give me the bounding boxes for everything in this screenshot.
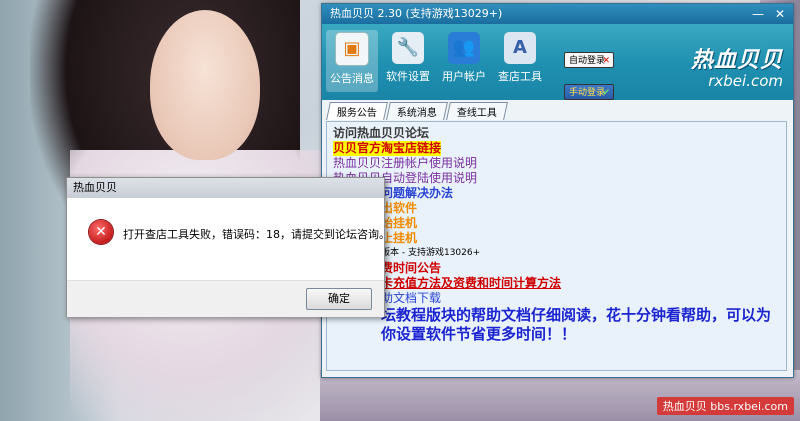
exit-software-link[interactable]: 出软件 [333,201,780,216]
manual-login-button[interactable]: 手动登录 ✔ [564,84,614,100]
toolbar-users-label: 用户帐户 [442,70,486,83]
brand: 热血贝贝 rxbei.com [691,42,783,90]
taobao-link[interactable]: 贝贝官方淘宝店链接 [333,141,442,156]
close-button[interactable]: ✕ [773,4,787,24]
error-icon: ✕ [89,220,113,244]
manual-login-label: 手动登录 [569,88,606,98]
auto-login-guide-link[interactable]: 热血贝贝自动登陆使用说明 [333,171,780,186]
users-icon: 👥 [448,32,480,64]
auto-login-button[interactable]: 自动登录 ✕ [564,52,614,68]
start-afk-link[interactable]: 始挂机 [333,216,780,231]
help-tip: 坛教程版块的帮助文档仔细阅读，花十分钟看帮助，可以为你设置软件节省更多时间！！ [381,306,772,343]
wrench-icon: 🔧 [392,32,424,64]
watermark: 热血贝贝 bbs.rxbei.com [656,397,794,415]
tab-bar: 服务公告 系统消息 查线工具 [322,102,793,120]
toolbar-settings[interactable]: 🔧 软件设置 [382,30,434,92]
dialog-footer: 确定 [67,280,384,317]
toolbar-notice[interactable]: ▣ 公告消息 [326,30,378,92]
tab-service-notice[interactable]: 服务公告 [326,102,388,120]
app-title: 热血贝贝 2.30 (支持游戏13029+) [330,7,503,20]
background-face [150,10,260,160]
disabled-x-icon: ✕ [602,56,610,66]
dialog-title: 热血贝贝 [67,178,384,198]
tab-system-messages-label: 系统消息 [396,108,437,119]
enabled-check-icon: ✔ [602,88,610,98]
toolbar-shop-tool[interactable]: A 查店工具 [494,30,546,92]
tab-line-check-label: 查线工具 [456,108,497,119]
register-guide-link[interactable]: 热血贝贝注册帐户使用说明 [333,156,780,171]
fee-notice-link[interactable]: 费时间公告 [333,261,780,276]
help-download-link[interactable]: 助文档下载 [333,291,780,306]
app-title-bar: 热血贝贝 2.30 (支持游戏13029+) — ✕ [322,4,793,24]
error-dialog: 热血贝贝 ✕ 打开查店工具失败，错误码：18，请提交到论坛咨询。 确定 [66,177,390,317]
appstore-icon: A [504,32,536,64]
dialog-body: ✕ 打开查店工具失败，错误码：18，请提交到论坛咨询。 [67,198,390,280]
toolbar-notice-label: 公告消息 [330,72,374,85]
toolbar-shop-tool-label: 查店工具 [498,70,542,83]
toolbar: ▣ 公告消息 🔧 软件设置 👥 用户帐户 A 查店工具 自动登录 ✕ 手动登录 … [322,24,793,100]
error-message: 打开查店工具失败，错误码：18，请提交到论坛咨询。 [123,228,390,241]
version-info: 版本 - 支持游戏13026+ [381,248,481,258]
tab-service-notice-label: 服务公告 [336,108,377,119]
faq-link[interactable]: 问题解决办法 [333,186,780,201]
auto-login-label: 自动登录 [569,56,606,66]
tab-line-check[interactable]: 查线工具 [446,102,508,120]
toolbar-users[interactable]: 👥 用户帐户 [438,30,490,92]
recharge-method-link[interactable]: 卡充值方法及资费和时间计算方法 [333,276,780,291]
minimize-button[interactable]: — [751,4,765,24]
notice-icon: ▣ [335,32,369,66]
ok-button[interactable]: 确定 [306,288,372,310]
forum-link[interactable]: 访问热血贝贝论坛 [333,126,780,141]
notice-content: 访问热血贝贝论坛 贝贝官方淘宝店链接 热血贝贝注册帐户使用说明 热血贝贝自动登陆… [326,121,787,371]
tab-system-messages[interactable]: 系统消息 [386,102,448,120]
app-window: 热血贝贝 2.30 (支持游戏13029+) — ✕ ▣ 公告消息 🔧 软件设置… [321,3,794,378]
stop-afk-link[interactable]: 止挂机 [333,231,780,246]
toolbar-settings-label: 软件设置 [386,70,430,83]
brand-logo: 热血贝贝 [690,48,783,73]
brand-url: rxbei.com [708,72,783,90]
window-controls: — ✕ [751,4,787,24]
